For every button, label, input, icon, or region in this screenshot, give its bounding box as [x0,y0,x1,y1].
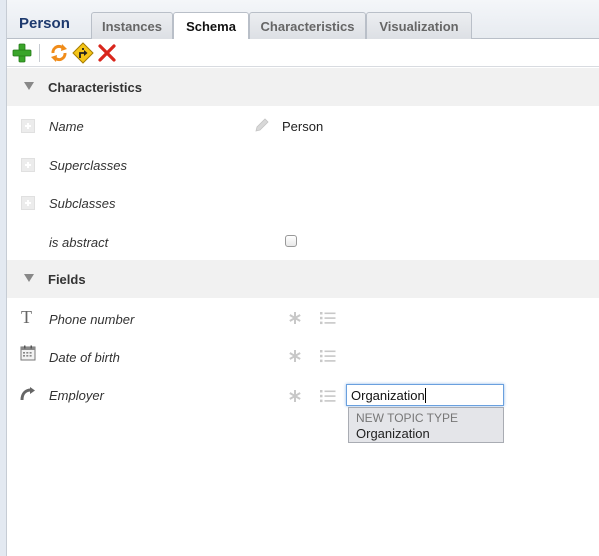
delete-icon[interactable] [96,42,118,64]
row-label-is-abstract: is abstract [49,235,109,250]
refresh-icon[interactable] [48,42,70,64]
field-label-phone-number: Phone number [49,312,135,327]
required-asterisk-icon[interactable] [288,349,302,366]
list-icon[interactable] [320,389,336,406]
detour-icon[interactable] [72,42,94,64]
name-value[interactable]: Person [282,119,323,134]
text-caret [425,388,426,403]
toolbar-separator [39,44,40,62]
editor-header: Person Instances Schema Characteristics … [7,0,599,41]
expand-name-icon[interactable] [21,119,35,133]
field-label-employer: Employer [49,388,104,403]
suggestion-item[interactable]: Organization [356,426,430,441]
field-label-date-of-birth: Date of birth [49,350,120,365]
required-asterisk-icon[interactable] [288,311,302,328]
autocomplete-dropdown: NEW TOPIC TYPE Organization [348,407,504,443]
section-title: Fields [48,272,86,287]
section-title: Characteristics [48,80,142,95]
required-asterisk-icon[interactable] [288,389,302,406]
fields-section-header: Fields [7,260,599,298]
entity-title: Person [19,15,70,32]
list-icon[interactable] [320,349,336,366]
tab-visualization[interactable]: Visualization [366,12,472,40]
tab-characteristics[interactable]: Characteristics [249,12,366,40]
association-icon [20,387,36,404]
tab-schema[interactable]: Schema [173,12,249,41]
tab-instances[interactable]: Instances [91,12,173,40]
svg-text:T: T [21,308,32,326]
collapse-triangle-icon[interactable] [24,274,34,282]
suggestion-header: NEW TOPIC TYPE [356,411,459,425]
text-type-icon: T [20,307,36,329]
row-label-superclasses: Superclasses [49,158,128,173]
left-frame [0,0,7,556]
is-abstract-checkbox[interactable] [285,235,297,247]
characteristics-section-header: Characteristics [7,68,599,106]
row-label-name: Name [49,119,84,134]
pencil-icon[interactable] [254,117,270,136]
expand-superclasses-icon[interactable] [21,158,35,172]
toolbar [7,39,599,67]
collapse-triangle-icon[interactable] [24,82,34,90]
row-label-subclasses: Subclasses [49,196,116,211]
calendar-icon [20,345,36,364]
add-icon[interactable] [11,42,33,64]
list-icon[interactable] [320,311,336,328]
expand-subclasses-icon[interactable] [21,196,35,210]
